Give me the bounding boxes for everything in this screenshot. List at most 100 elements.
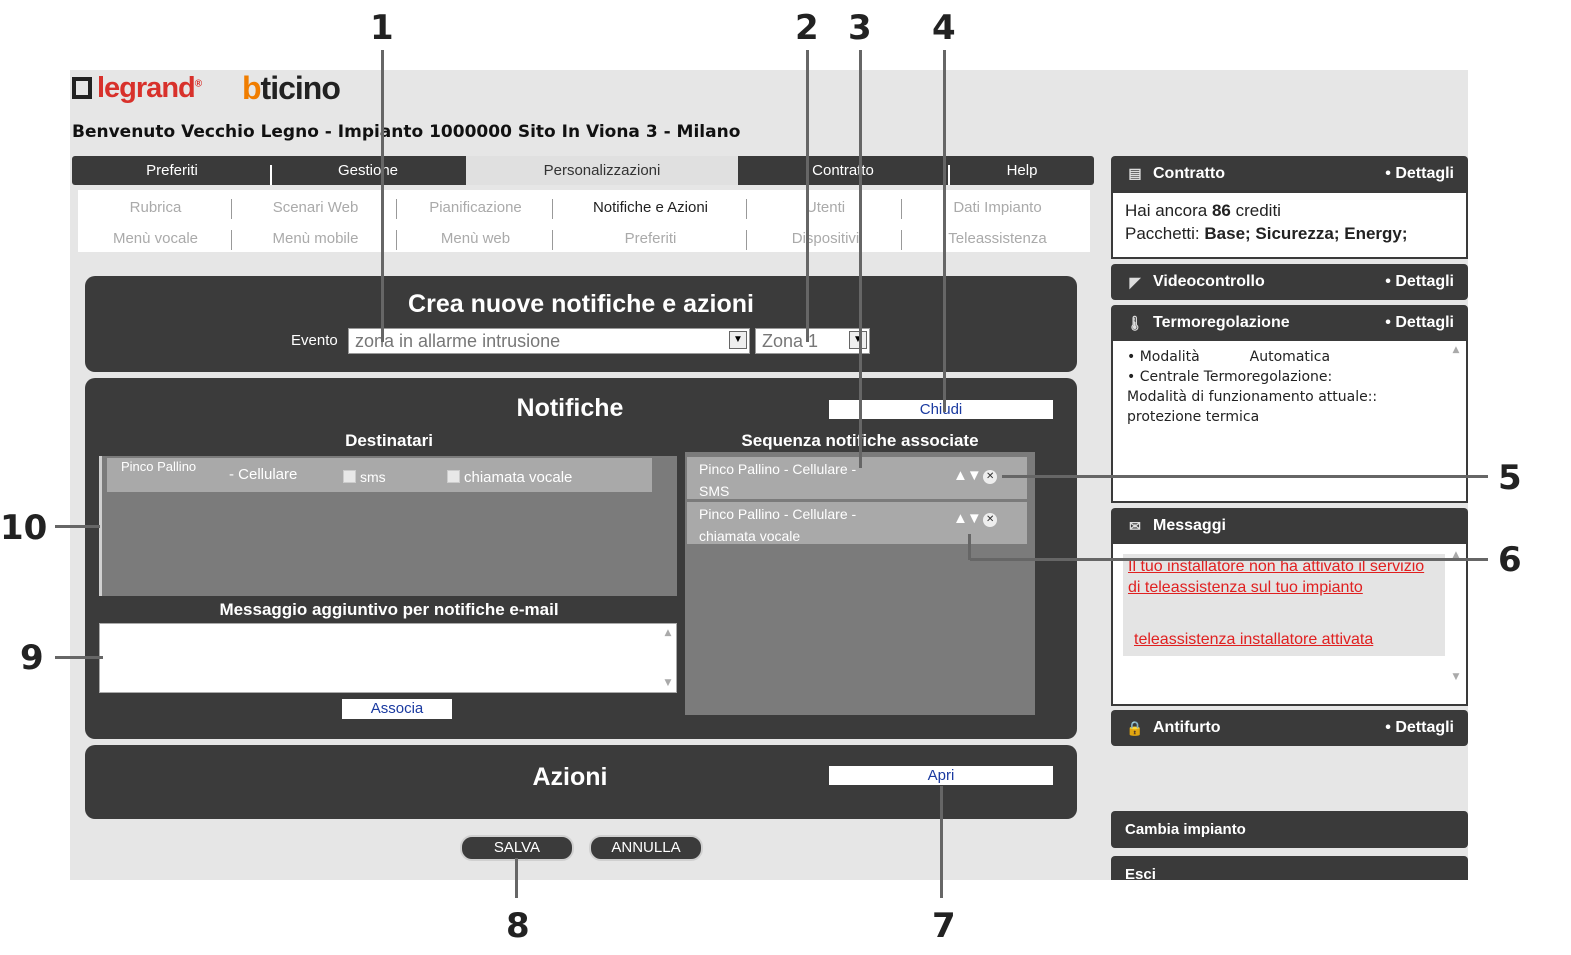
termoregolazione-header[interactable]: 🌡 Termoregolazione • Dettagli <box>1111 305 1468 341</box>
subnav-separator <box>901 230 902 250</box>
esci-button[interactable]: Esci <box>1111 856 1468 880</box>
contratto-dettagli-link[interactable]: • Dettagli <box>1385 156 1454 191</box>
chiamata-option[interactable]: chiamata vocale <box>447 469 572 486</box>
crea-panel: Crea nuove notifiche e azioni Evento zon… <box>85 276 1077 372</box>
bticino-logo: bticino <box>242 70 341 106</box>
sequenza-item-line2: chiamata vocale <box>699 528 801 544</box>
scroll-down-icon[interactable]: ▼ <box>1450 672 1462 682</box>
apri-button[interactable]: Apri <box>829 766 1053 785</box>
destinatari-list: Pinco Pallino - Cellulare sms chiamata v… <box>99 456 677 596</box>
termoregolazione-title: Termoregolazione <box>1153 314 1290 331</box>
remove-icon[interactable]: ✕ <box>982 470 997 484</box>
callout-line <box>859 50 862 468</box>
evento-select[interactable]: zona in allarme intrusione ▼ <box>348 328 750 354</box>
scroll-down-icon[interactable]: ▼ <box>662 678 674 688</box>
pacchetti-line: Pacchetti: Base; Sicurezza; Energy; <box>1125 224 1408 243</box>
callout-9: 9 <box>20 638 44 678</box>
callout-line <box>515 858 518 898</box>
videocontrollo-header[interactable]: ◤ Videocontrollo • Dettagli <box>1111 264 1468 300</box>
subnav-dispositivi[interactable]: Dispositivi <box>748 230 903 247</box>
subnav-menu-vocale[interactable]: Menù vocale <box>78 230 233 247</box>
subnav-notifiche-azioni[interactable]: Notifiche e Azioni <box>573 199 728 216</box>
destinatario-name: Pinco Pallino <box>121 459 197 474</box>
callout-7: 7 <box>932 906 956 946</box>
scroll-up-icon[interactable]: ▲ <box>662 628 674 638</box>
document-icon: ▤ <box>1128 165 1142 181</box>
evento-label: Evento <box>291 332 338 349</box>
chiamata-checkbox[interactable] <box>447 470 460 483</box>
videocontrollo-dettagli-link[interactable]: • Dettagli <box>1385 264 1454 300</box>
sequenza-item[interactable]: Pinco Pallino - Cellulare - chiamata voc… <box>687 502 1027 544</box>
subnav-menu-mobile[interactable]: Menù mobile <box>238 230 393 247</box>
tab-help[interactable]: Help <box>950 156 1094 185</box>
sms-checkbox[interactable] <box>343 470 356 483</box>
messaggi-list: Il tuo installatore non ha attivato il s… <box>1123 554 1445 656</box>
callout-line <box>968 534 971 560</box>
videocontrollo-title: Videocontrollo <box>1153 273 1265 290</box>
remove-icon[interactable]: ✕ <box>982 513 997 527</box>
scroll-up-icon[interactable]: ▲ <box>1450 345 1462 355</box>
tab-preferiti[interactable]: Preferiti <box>72 156 272 185</box>
move-up-icon[interactable]: ▲ <box>953 467 968 484</box>
tab-contratto[interactable]: Contratto <box>738 156 948 185</box>
subnav-separator <box>396 230 397 250</box>
cambia-impianto-button[interactable]: Cambia impianto <box>1111 811 1468 848</box>
contratto-body: Hai ancora 86 crediti Pacchetti: Base; S… <box>1111 191 1468 259</box>
subnav-utenti[interactable]: Utenti <box>748 199 903 216</box>
reorder-controls: ▲▼ ✕ <box>953 510 997 527</box>
destinatari-heading: Destinatari <box>345 431 433 450</box>
sequenza-item-line1: Pinco Pallino - Cellulare - <box>699 461 857 477</box>
sms-option[interactable]: sms <box>343 469 386 485</box>
subnav-separator <box>552 199 553 219</box>
antifurto-title: Antifurto <box>1153 719 1221 736</box>
subnav-separator <box>901 199 902 219</box>
destinatario-row[interactable]: Pinco Pallino - Cellulare sms chiamata v… <box>107 458 652 492</box>
subnav: Rubrica Scenari Web Pianificazione Notif… <box>78 190 1090 252</box>
tab-personalizzazioni[interactable]: Personalizzazioni <box>466 156 738 185</box>
evento-value: zona in allarme intrusione <box>355 331 561 351</box>
subnav-rubrica[interactable]: Rubrica <box>78 199 233 216</box>
messaggio-label: Messaggio aggiuntivo per notifiche e-mai… <box>219 600 559 619</box>
contratto-header[interactable]: ▤ Contratto • Dettagli <box>1111 156 1468 191</box>
sequenza-item-line1: Pinco Pallino - Cellulare - <box>699 506 857 522</box>
esci-label: Esci <box>1125 866 1156 880</box>
subnav-separator <box>746 230 747 250</box>
messaggi-title: Messaggi <box>1153 517 1226 534</box>
zona-select[interactable]: Zona 1 ▼ <box>755 328 870 354</box>
messaggio-textarea[interactable]: ▲ ▼ <box>99 623 677 693</box>
antifurto-dettagli-link[interactable]: • Dettagli <box>1385 710 1454 746</box>
subnav-scenari-web[interactable]: Scenari Web <box>238 199 393 216</box>
annulla-button[interactable]: ANNULLA <box>589 835 703 861</box>
subnav-pianificazione[interactable]: Pianificazione <box>398 199 553 216</box>
envelope-icon: ✉ <box>1129 518 1141 534</box>
messaggi-header[interactable]: ✉ Messaggi <box>1111 508 1468 544</box>
message-link[interactable]: teleassistenza installatore attivata <box>1134 629 1446 650</box>
antifurto-header[interactable]: 🔒 Antifurto • Dettagli <box>1111 710 1468 746</box>
chevron-down-icon[interactable]: ▼ <box>849 331 867 349</box>
subnav-separator <box>231 199 232 219</box>
callout-10: 10 <box>0 508 48 548</box>
legrand-logo: legrand® <box>72 72 202 105</box>
camera-icon: ◤ <box>1129 274 1141 290</box>
move-down-icon[interactable]: ▼ <box>967 467 982 484</box>
azioni-panel: Azioni Apri <box>85 745 1077 819</box>
callout-line <box>806 50 809 342</box>
subnav-menu-web[interactable]: Menù web <box>398 230 553 247</box>
termoregolazione-dettagli-link[interactable]: • Dettagli <box>1385 305 1454 341</box>
termoregolazione-body: • Modalità Automatica • Centrale Termoreg… <box>1111 341 1468 503</box>
destinatario-device: - Cellulare <box>229 466 298 483</box>
message-link[interactable]: Il tuo installatore non ha attivato il s… <box>1128 556 1440 598</box>
callout-8: 8 <box>506 906 530 946</box>
sequenza-list: Pinco Pallino - Cellulare - SMS ▲▼ ✕ Pinc… <box>685 452 1035 715</box>
chevron-down-icon[interactable]: ▼ <box>729 331 747 349</box>
move-down-icon[interactable]: ▼ <box>967 510 982 527</box>
callout-line <box>943 50 946 412</box>
modalita-line: • Modalità Automatica <box>1127 349 1331 365</box>
chiudi-button[interactable]: Chiudi <box>829 400 1053 419</box>
associa-button[interactable]: Associa <box>342 699 452 719</box>
tab-gestione[interactable]: Gestione <box>272 156 464 185</box>
subnav-preferiti[interactable]: Preferiti <box>573 230 728 247</box>
callout-line <box>970 558 1488 561</box>
sequenza-item[interactable]: Pinco Pallino - Cellulare - SMS ▲▼ ✕ <box>687 457 1027 499</box>
move-up-icon[interactable]: ▲ <box>953 510 968 527</box>
